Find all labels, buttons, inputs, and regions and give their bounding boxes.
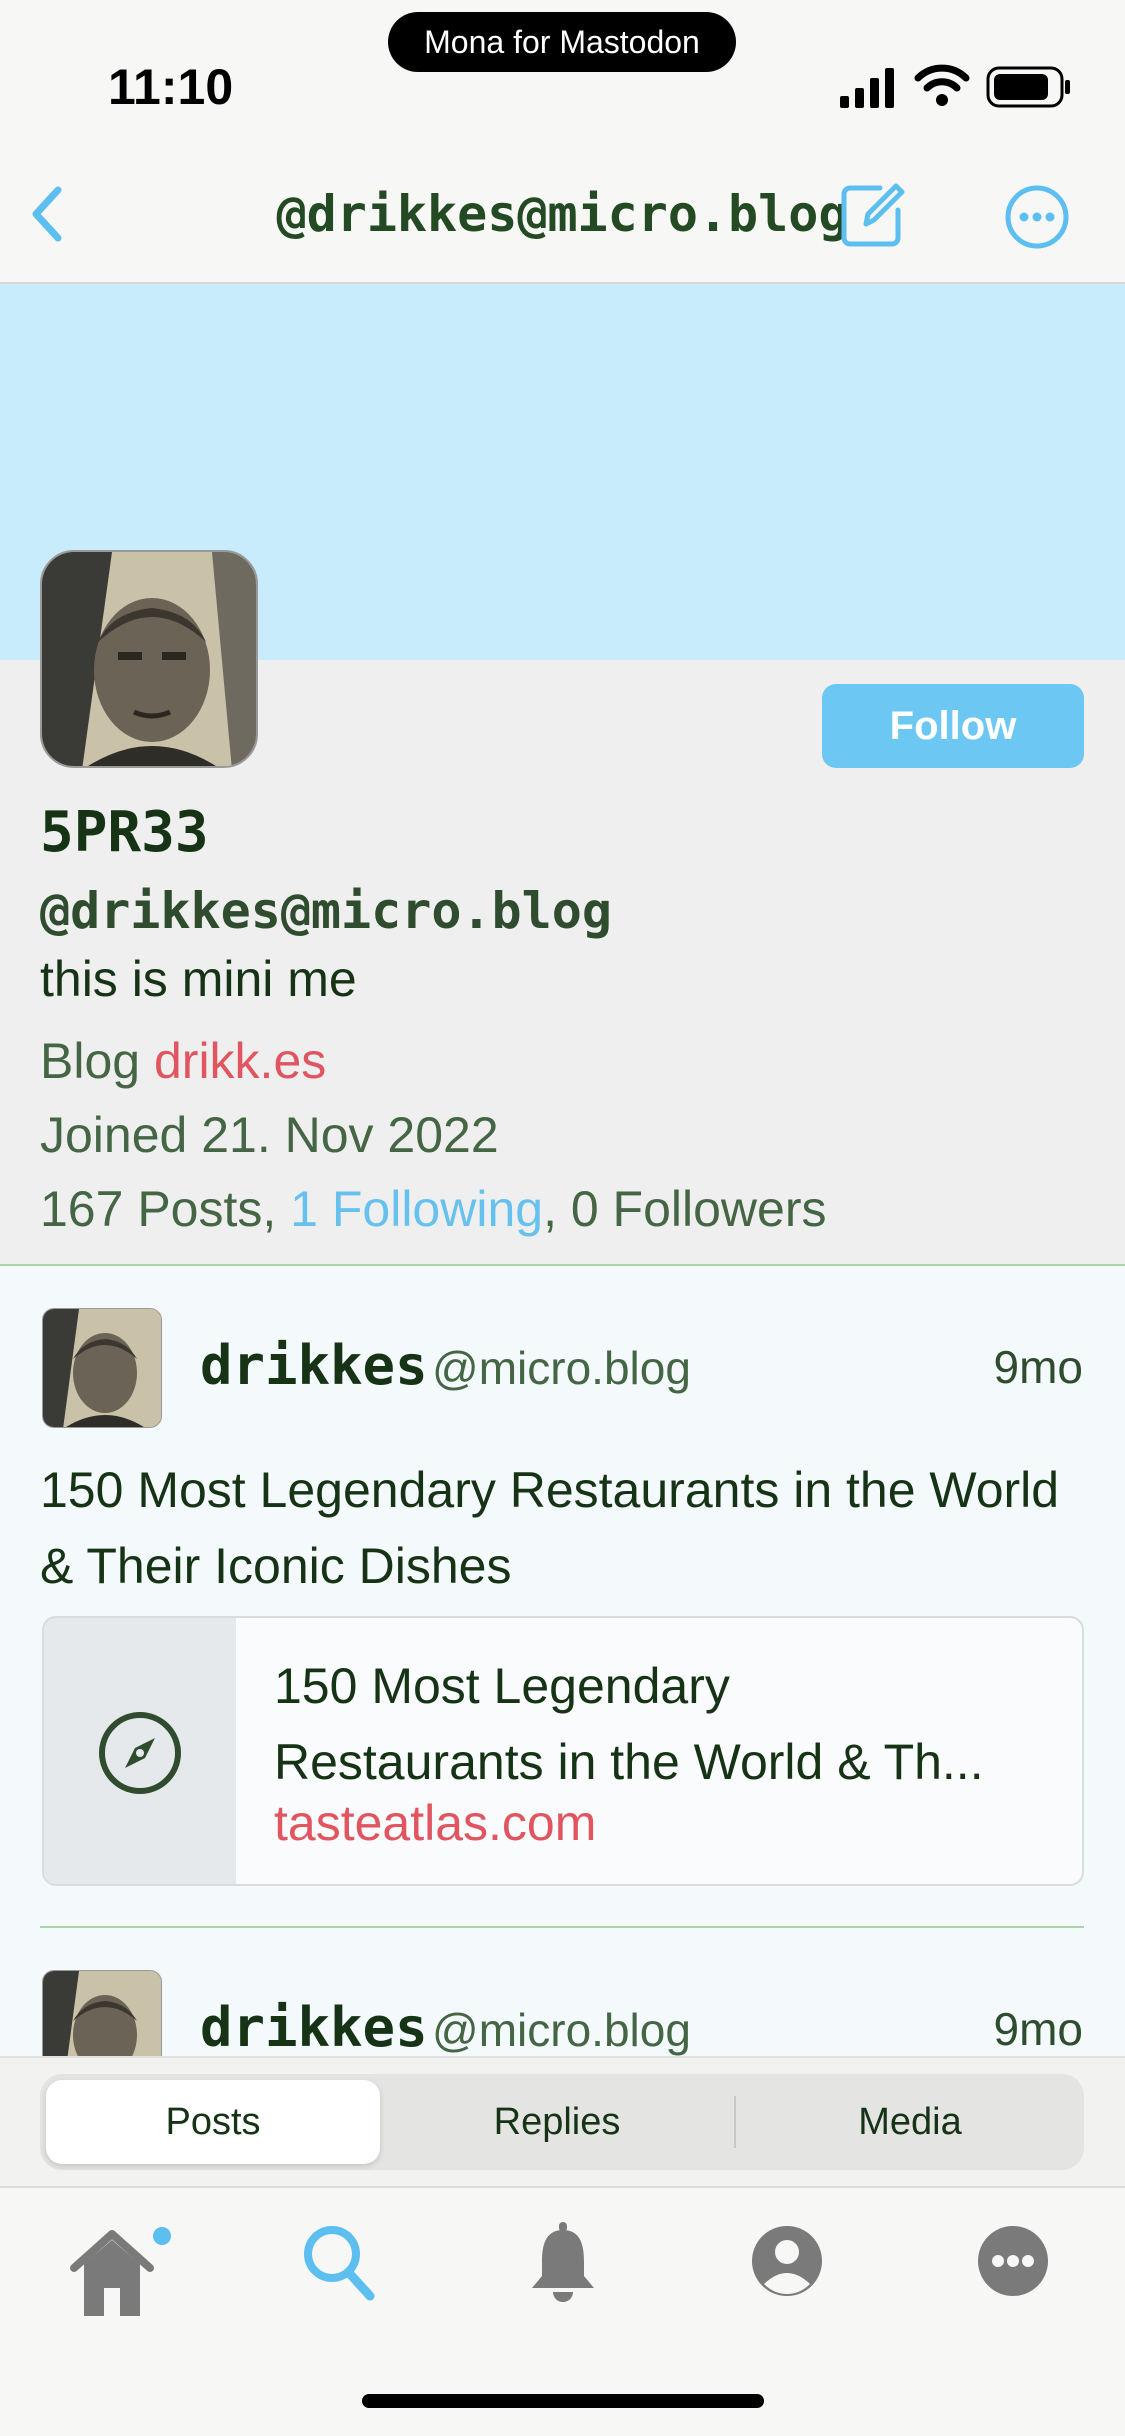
tab-search[interactable] xyxy=(300,2222,376,2302)
post-author-server: @micro.blog xyxy=(432,1342,691,1394)
more-button[interactable] xyxy=(1004,184,1070,250)
battery-icon xyxy=(986,66,1072,115)
post-author-name[interactable]: drikkes xyxy=(200,1996,428,2059)
avatar[interactable] xyxy=(40,550,258,768)
tab-profile[interactable] xyxy=(750,2224,824,2298)
post-time: 9mo xyxy=(993,2003,1083,2055)
bell-icon xyxy=(532,2222,594,2302)
post-header: drikkes @micro.blog xyxy=(200,1996,691,2059)
link-card-domain: tasteatlas.com xyxy=(274,1795,597,1851)
segmented-control: Posts Replies Media xyxy=(40,2074,1084,2170)
profile-handle: @drikkes@micro.blog xyxy=(40,882,612,940)
tab-more[interactable] xyxy=(976,2224,1050,2298)
profile-stats: 167 Posts, 1 Following, 0 Followers xyxy=(40,1180,827,1238)
followers-count[interactable]: , 0 Followers xyxy=(543,1181,826,1237)
segment-replies[interactable]: Replies xyxy=(392,2080,722,2164)
wifi-icon xyxy=(914,62,970,113)
nav-title: @drikkes@micro.blog xyxy=(276,185,849,243)
display-name: 5PR33 xyxy=(40,800,209,865)
post-author-name[interactable]: drikkes xyxy=(200,1334,428,1397)
ellipsis-circle-icon xyxy=(1005,185,1069,249)
profile-icon xyxy=(752,2226,822,2296)
search-icon xyxy=(304,2226,375,2301)
post-avatar[interactable] xyxy=(42,1308,162,1428)
link-card[interactable]: 150 Most Legendary Restaurants in the Wo… xyxy=(42,1616,1084,1886)
follow-button[interactable]: Follow xyxy=(822,684,1084,768)
segment-media[interactable]: Media xyxy=(740,2080,1080,2164)
home-indicator xyxy=(362,2394,764,2408)
post-divider xyxy=(40,1926,1084,1928)
blog-field: Blog drikk.es xyxy=(40,1032,326,1090)
link-card-icon-box xyxy=(44,1618,236,1884)
blog-label: Blog xyxy=(40,1033,141,1089)
more-icon xyxy=(978,2226,1048,2296)
app-label-pill: Mona for Mastodon xyxy=(388,12,736,72)
link-card-title: 150 Most Legendary xyxy=(274,1658,730,1714)
post-time: 9mo xyxy=(993,1341,1083,1393)
compose-button[interactable] xyxy=(840,180,906,248)
following-count[interactable]: 1 Following xyxy=(290,1181,543,1237)
segment-posts[interactable]: Posts xyxy=(46,2080,380,2164)
post-text: 150 Most Legendary Restaurants in the Wo… xyxy=(40,1462,1060,1594)
post-author-server: @micro.blog xyxy=(432,2004,691,2056)
compose-icon xyxy=(841,183,905,247)
tab-home[interactable] xyxy=(70,2222,180,2322)
segment-separator xyxy=(734,2096,736,2148)
link-card-title-line2: Restaurants in the World & Th... xyxy=(274,1734,984,1790)
home-icon xyxy=(70,2227,171,2316)
blog-link[interactable]: drikk.es xyxy=(154,1033,326,1089)
joined-date: Joined 21. Nov 2022 xyxy=(40,1107,499,1163)
tab-notifications[interactable] xyxy=(528,2220,598,2304)
post-header: drikkes @micro.blog xyxy=(200,1334,691,1397)
posts-count[interactable]: 167 Posts, xyxy=(40,1181,290,1237)
profile-bio: this is mini me xyxy=(40,951,357,1007)
compass-icon xyxy=(99,1712,181,1794)
status-time: 11:10 xyxy=(108,59,234,115)
signal-icon xyxy=(838,66,898,115)
